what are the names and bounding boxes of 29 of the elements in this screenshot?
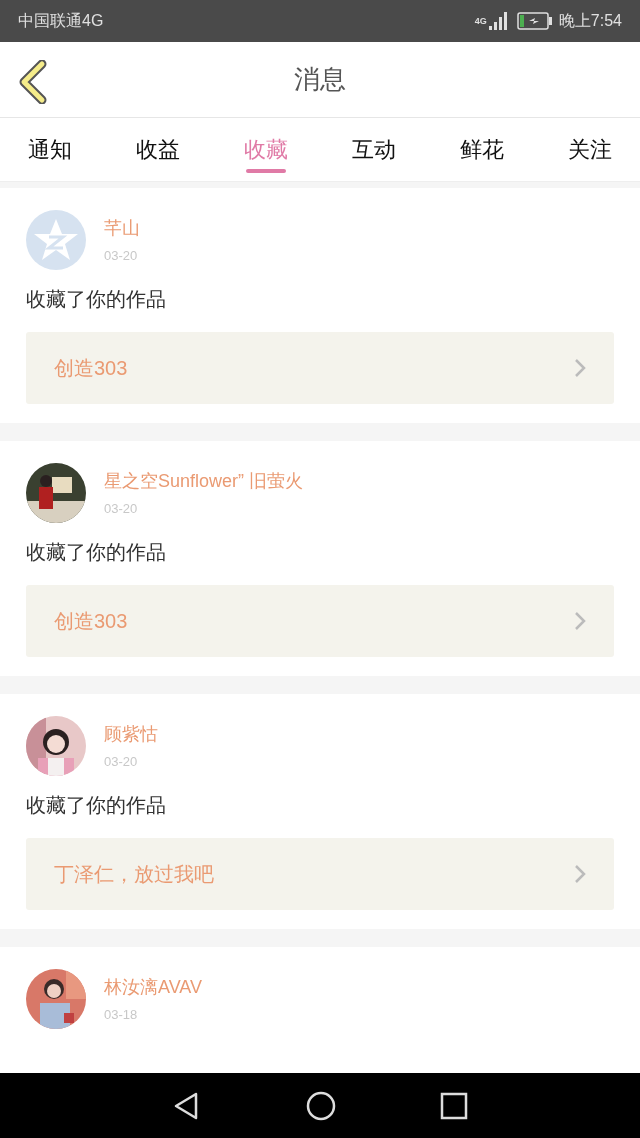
home-icon[interactable] — [306, 1090, 336, 1121]
work-link[interactable]: 丁泽仁，放过我吧 — [26, 838, 614, 910]
clock-time: 晚上7:54 — [558, 11, 622, 31]
carrier-name: 中国联通4G — [18, 11, 104, 31]
tab[interactable]: 互动 — [346, 118, 402, 181]
back-icon[interactable] — [18, 60, 48, 104]
tab[interactable]: 鲜花 — [454, 118, 510, 181]
user-name[interactable]: 芊山 — [104, 216, 140, 240]
tab[interactable]: 收藏 — [238, 118, 294, 181]
work-link[interactable]: 创造303 — [26, 585, 614, 657]
battery-icon — [516, 12, 553, 30]
message-text: 收藏了你的作品 — [26, 287, 167, 312]
page-title: 消息 — [294, 63, 346, 96]
user-name[interactable]: 星之空Sunflower” 旧萤火 — [104, 469, 304, 493]
chevron-right-icon — [574, 864, 586, 884]
chevron-right-icon — [574, 611, 586, 631]
tab[interactable]: 关注 — [562, 118, 618, 181]
tab[interactable]: 通知 — [22, 118, 78, 181]
signal-icon — [488, 12, 509, 30]
star-avatar-icon — [26, 210, 86, 270]
message-text: 收藏了你的作品 — [26, 793, 167, 818]
chevron-right-icon — [574, 358, 586, 378]
recent-apps-icon[interactable] — [440, 1091, 468, 1120]
network-type: 4G — [474, 16, 487, 26]
user-name[interactable]: 林汝漓AVAV — [104, 975, 202, 999]
message-text: 收藏了你的作品 — [26, 540, 167, 565]
work-link[interactable]: 创造303 — [26, 332, 614, 404]
tab[interactable]: 收益 — [130, 118, 186, 181]
user-name[interactable]: 顾紫怙 — [104, 722, 158, 746]
